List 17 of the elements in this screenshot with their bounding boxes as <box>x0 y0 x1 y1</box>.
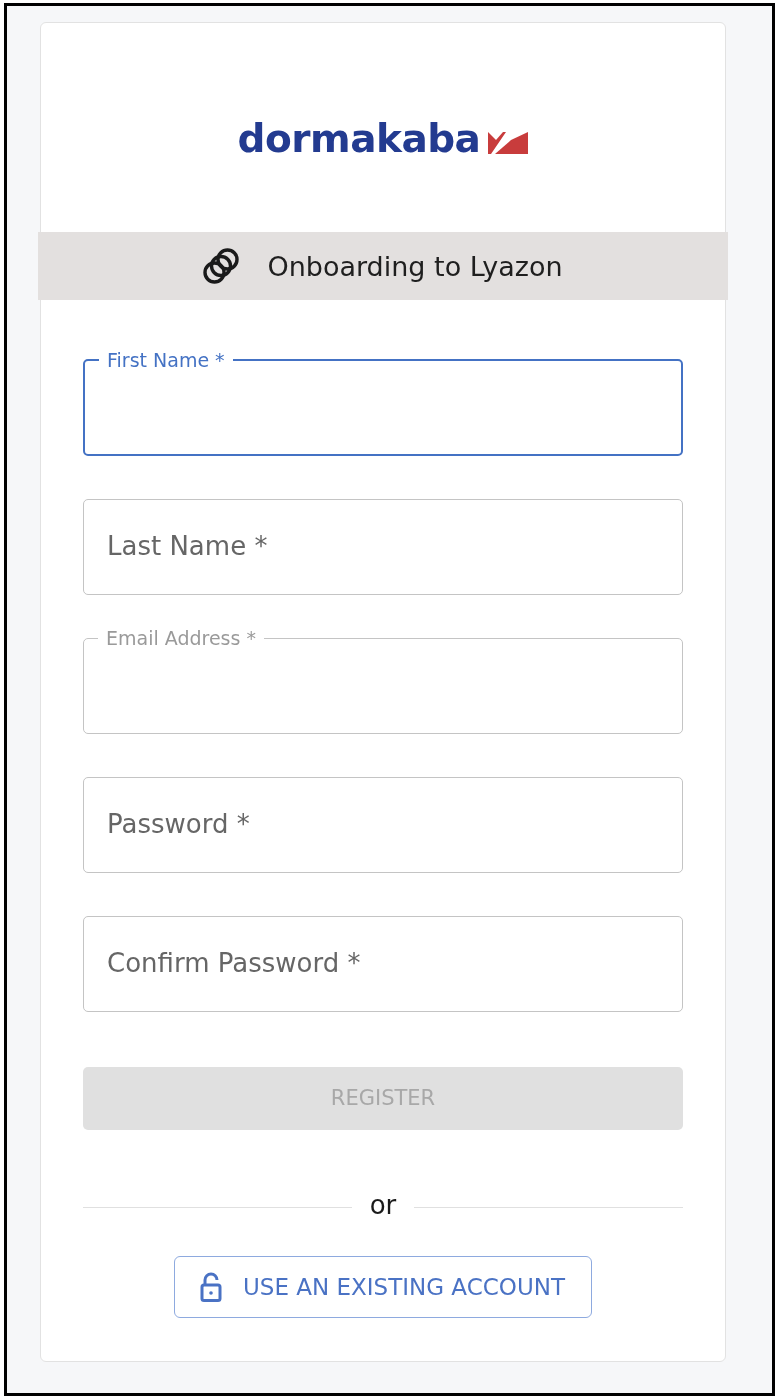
text-field[interactable]: First Name * <box>83 350 683 456</box>
field-label: Password * <box>107 809 250 839</box>
text-field[interactable]: Last Name * <box>83 499 683 595</box>
use-existing-account-button[interactable]: USE AN EXISTING ACCOUNT <box>174 1256 592 1318</box>
field-label: First Name * <box>106 350 226 370</box>
text-field[interactable]: Email Address * <box>83 628 683 734</box>
text-field[interactable]: Confirm Password * <box>83 916 683 1012</box>
divider-text: or <box>369 1192 397 1222</box>
field-label: Email Address * <box>105 628 257 648</box>
lock-icon <box>200 1272 222 1302</box>
rings-icon <box>203 248 240 284</box>
logo-wordmark: dormakaba <box>237 119 481 158</box>
logo-mark-icon <box>488 131 529 154</box>
field-label: Confirm Password * <box>107 948 361 978</box>
text-field[interactable]: Password * <box>83 777 683 873</box>
banner-title: Onboarding to Lyazon <box>267 252 563 280</box>
field-label: Last Name * <box>107 531 268 561</box>
